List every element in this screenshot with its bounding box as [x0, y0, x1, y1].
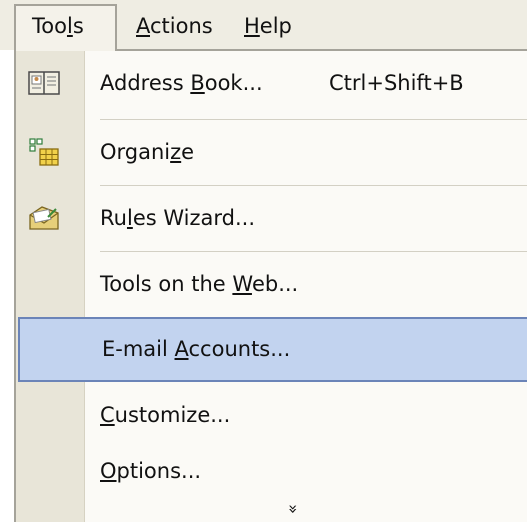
label-text: Tools on the	[100, 272, 233, 296]
menu-item-email-accounts[interactable]: E-mail Accounts...	[18, 317, 527, 382]
menu-item-address-book[interactable]: Address Book... Ctrl+Shift+B	[16, 51, 527, 115]
label-mnemonic: C	[100, 403, 115, 427]
label-text-end: ccounts...	[188, 337, 291, 361]
label-mnemonic: W	[232, 272, 252, 296]
outlook-tools-menu-screen: Tools Actions Help Address Book... Ctrl+…	[0, 0, 527, 522]
label-text-end: eb...	[251, 272, 299, 296]
menu-tools-text-end: s	[72, 14, 84, 38]
label-text: Organi	[100, 140, 171, 164]
label-text-end: ptions...	[116, 459, 202, 483]
menu-actions[interactable]: Actions	[136, 6, 213, 46]
label-text-end: ustomize...	[114, 403, 231, 427]
menu-actions-mnemonic: A	[136, 14, 150, 38]
menu-item-label: Address Book...	[100, 51, 263, 115]
menu-actions-text: ctions	[150, 14, 213, 38]
menu-help-text: elp	[259, 14, 292, 38]
menu-item-label: Organize	[100, 120, 194, 184]
label-mnemonic: z	[170, 140, 182, 164]
label-mnemonic: O	[100, 459, 117, 483]
menu-item-label: Customize...	[100, 383, 230, 447]
menu-item-options[interactable]: Options...	[16, 439, 527, 503]
expand-menu-chevron-icon[interactable]: »	[284, 499, 303, 519]
menu-bar: Tools Actions Help	[0, 0, 527, 51]
label-text: E-mail	[102, 337, 175, 361]
menu-help[interactable]: Help	[244, 6, 292, 46]
address-book-icon	[28, 71, 60, 95]
menu-item-label: E-mail Accounts...	[102, 317, 290, 381]
rules-wizard-icon	[29, 206, 59, 230]
menu-item-customize[interactable]: Customize...	[16, 383, 527, 447]
menu-item-label: Tools on the Web...	[100, 252, 298, 316]
organize-icon	[29, 138, 59, 166]
menu-item-organize[interactable]: Organize	[16, 120, 527, 184]
label-text: Ru	[100, 206, 127, 230]
menu-item-tools-on-the-web[interactable]: Tools on the Web...	[16, 252, 527, 316]
label-text: Address	[100, 71, 191, 95]
label-mnemonic: A	[174, 337, 189, 361]
menu-help-mnemonic: H	[244, 14, 260, 38]
menu-item-shortcut: Ctrl+Shift+B	[329, 71, 464, 95]
label-text-end: ook...	[204, 71, 263, 95]
expand-chevron-glyph: »	[283, 504, 303, 514]
menu-item-rules-wizard[interactable]: Rules Wizard...	[16, 186, 527, 250]
menu-item-label: Options...	[100, 439, 201, 503]
label-mnemonic: B	[190, 71, 205, 95]
label-text-end: es Wizard...	[132, 206, 255, 230]
menu-tools[interactable]: Tools	[14, 4, 117, 51]
menu-tools-text: Too	[32, 14, 67, 38]
label-text-end: e	[181, 140, 195, 164]
tools-dropdown-menu: Address Book... Ctrl+Shift+B Organize Ru…	[14, 49, 527, 522]
menu-item-label: Rules Wizard...	[100, 186, 255, 250]
